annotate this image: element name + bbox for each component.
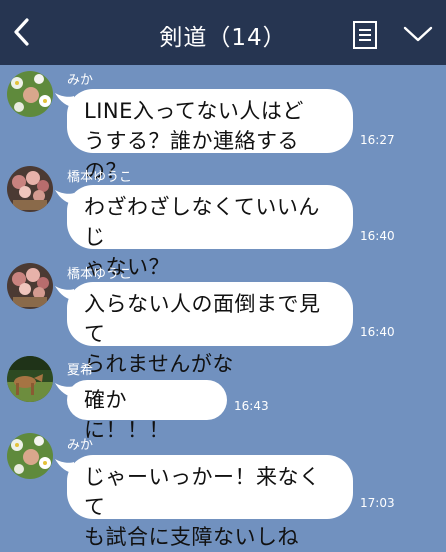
message-time: 16:43: [234, 399, 269, 413]
sender-name: みか: [67, 438, 94, 453]
avatar[interactable]: [7, 356, 53, 402]
avatar[interactable]: [7, 71, 53, 117]
expand-button[interactable]: [402, 24, 434, 44]
chat-header: 剣道（14）: [0, 0, 446, 65]
sender-name: 橋本ゆうこ: [67, 267, 133, 282]
message-bubble[interactable]: わざわざしなくていいんじ ゃない？: [67, 185, 353, 279]
avatar-image: [7, 166, 53, 212]
message-bubble[interactable]: 確かに！！！: [67, 380, 227, 442]
avatar-image: [7, 71, 53, 117]
menu-button[interactable]: [352, 20, 378, 50]
message-bubble[interactable]: LINE入ってない人はど うする？誰か連絡するの？: [67, 89, 353, 183]
message-bubble[interactable]: 入らない人の面倒まで見て られませんがな: [67, 282, 353, 376]
avatar-image: [7, 356, 53, 402]
message-time: 16:40: [360, 229, 395, 243]
avatar[interactable]: [7, 263, 53, 309]
chat-title: 剣道（14）: [159, 25, 287, 51]
message-bubble[interactable]: じゃーいっかー！来なくて も試合に支障ないしね: [67, 455, 353, 549]
sender-name: みか: [67, 73, 94, 88]
avatar[interactable]: [7, 166, 53, 212]
avatar-image: [7, 433, 53, 479]
message-time: 16:27: [360, 133, 395, 147]
sender-name: 橋本ゆうこ: [67, 170, 133, 185]
chevron-down-icon: [403, 26, 433, 42]
avatar-image: [7, 263, 53, 309]
note-list-icon: [353, 21, 377, 49]
message-time: 17:03: [360, 496, 395, 510]
avatar[interactable]: [7, 433, 53, 479]
message-time: 16:40: [360, 325, 395, 339]
sender-name: 夏希: [67, 363, 94, 378]
